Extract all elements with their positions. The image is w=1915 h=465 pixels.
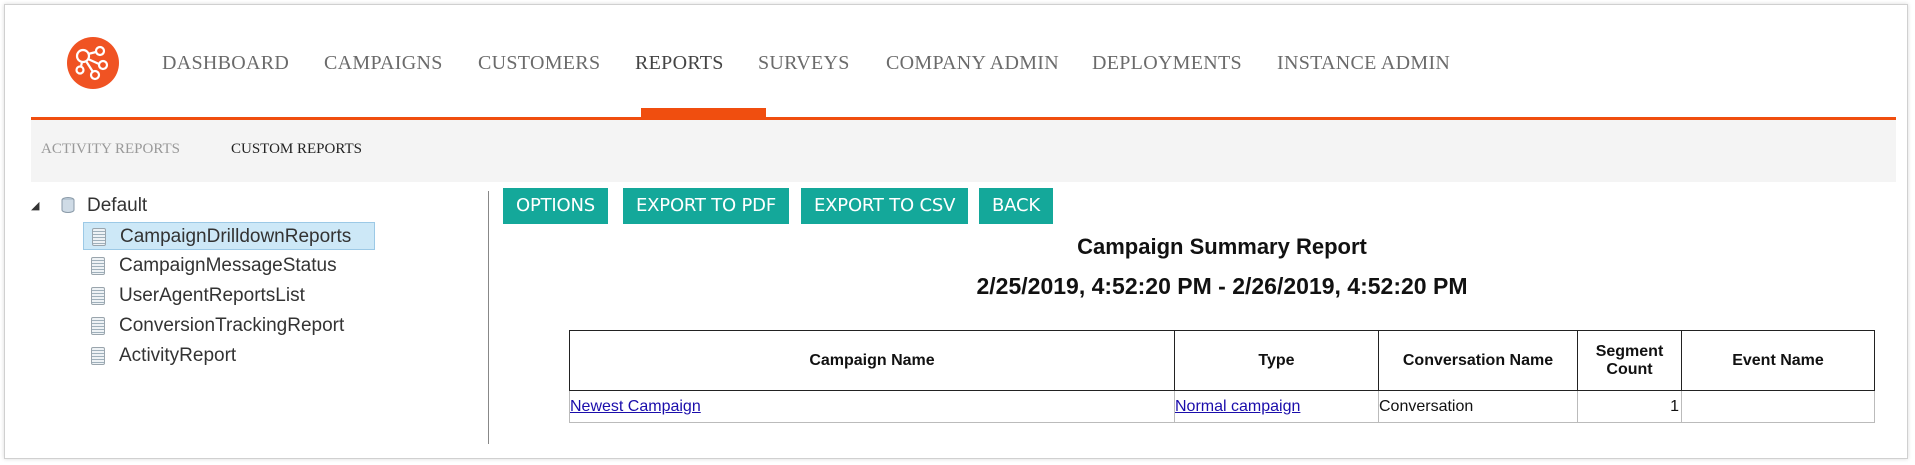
sub-navigation: ACTIVITY REPORTS CUSTOM REPORTS — [31, 120, 1896, 182]
report-table: Campaign Name Type Conversation Name Seg… — [569, 330, 1875, 423]
report-date-range: 2/25/2019, 4:52:20 PM - 2/26/2019, 4:52:… — [976, 273, 1468, 299]
cell-event-name — [1681, 390, 1875, 423]
tree-node-conversion-tracking-report[interactable]: ConversionTrackingReport — [83, 312, 373, 340]
nav-instance-admin[interactable]: INSTANCE ADMIN — [1277, 52, 1450, 75]
campaign-type-link[interactable]: Normal campaign — [1175, 398, 1300, 415]
report-file-icon — [91, 317, 105, 335]
nav-reports[interactable]: REPORTS — [635, 52, 724, 75]
table-row: Newest Campaign Normal campaign Conversa… — [569, 390, 1875, 423]
cell-segment-count: 1 — [1577, 390, 1682, 423]
column-header-event-name[interactable]: Event Name — [1681, 330, 1875, 391]
subnav-custom-reports[interactable]: CUSTOM REPORTS — [231, 141, 362, 158]
report-title: Campaign Summary Report — [1077, 234, 1367, 259]
report-file-icon — [91, 347, 105, 365]
subnav-activity-reports[interactable]: ACTIVITY REPORTS — [41, 141, 180, 158]
brand-logo-icon[interactable] — [67, 37, 119, 89]
database-icon — [61, 197, 75, 213]
top-navigation: DASHBOARD CAMPAIGNS CUSTOMERS REPORTS SU… — [31, 5, 1896, 120]
tree-node-label: ConversionTrackingReport — [119, 315, 345, 336]
nav-dashboard[interactable]: DASHBOARD — [162, 52, 289, 75]
table-header-row: Campaign Name Type Conversation Name Seg… — [569, 330, 1875, 391]
column-header-conversation-name[interactable]: Conversation Name — [1378, 330, 1578, 391]
cell-campaign-name: Newest Campaign — [569, 390, 1175, 423]
tree-node-activity-report[interactable]: ActivityReport — [83, 342, 373, 370]
nav-customers[interactable]: CUSTOMERS — [478, 52, 600, 75]
back-button[interactable]: BACK — [979, 188, 1053, 224]
column-header-type[interactable]: Type — [1174, 330, 1379, 391]
nav-campaigns[interactable]: CAMPAIGNS — [324, 52, 443, 75]
tree-node-label: ActivityReport — [119, 345, 237, 366]
export-csv-button[interactable]: EXPORT TO CSV — [801, 188, 969, 224]
options-button[interactable]: OPTIONS — [503, 188, 608, 224]
tree-root-default[interactable]: Default — [87, 195, 147, 217]
active-tab-indicator — [641, 108, 766, 117]
campaign-name-link[interactable]: Newest Campaign — [570, 398, 701, 415]
export-pdf-button[interactable]: EXPORT TO PDF — [623, 188, 789, 224]
nav-deployments[interactable]: DEPLOYMENTS — [1092, 52, 1242, 75]
nav-surveys[interactable]: SURVEYS — [758, 52, 850, 75]
collapse-toggle-icon[interactable]: ◢ — [31, 199, 39, 212]
cell-type: Normal campaign — [1174, 390, 1379, 423]
column-header-campaign-name[interactable]: Campaign Name — [569, 330, 1175, 391]
app-window: DASHBOARD CAMPAIGNS CUSTOMERS REPORTS SU… — [4, 4, 1908, 459]
cell-conversation-name: Conversation — [1378, 390, 1578, 423]
column-header-segment-count[interactable]: Segment Count — [1577, 330, 1682, 391]
panel-divider[interactable] — [488, 191, 489, 444]
report-tree: ◢ Default CampaignDrilldownReports Campa… — [31, 191, 481, 446]
nav-company-admin[interactable]: COMPANY ADMIN — [886, 52, 1059, 75]
